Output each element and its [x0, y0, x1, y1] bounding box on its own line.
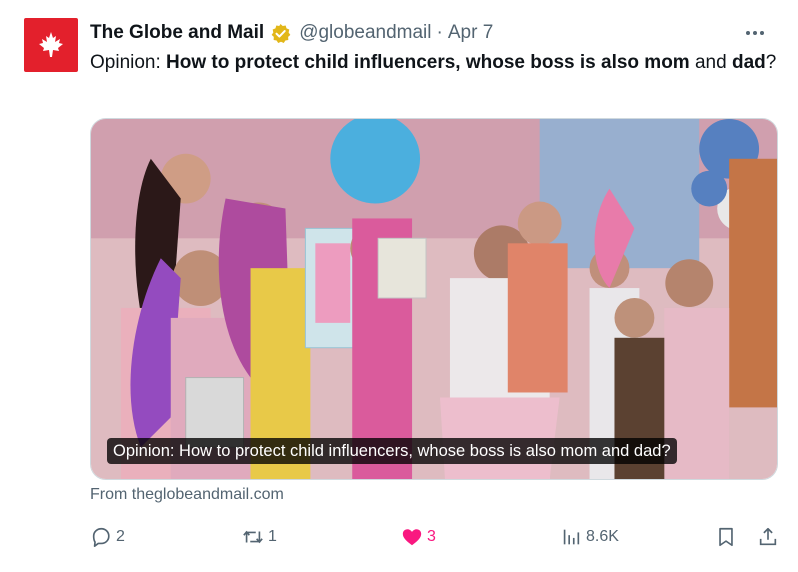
tweet-header: The Globe and Mail @globeandmail · Apr 7	[90, 20, 768, 46]
author-name[interactable]: The Globe and Mail	[90, 22, 264, 44]
heart-icon	[402, 529, 422, 546]
avatar[interactable]	[24, 18, 78, 72]
author-handle[interactable]: @globeandmail	[299, 22, 431, 44]
action-bar: 2 1 3 8.6K	[90, 522, 790, 552]
verified-badge-icon	[270, 23, 291, 44]
tweet-text-bold-1: How to protect child influencers, whose …	[166, 52, 690, 73]
media-photo	[91, 119, 777, 479]
reply-icon	[92, 527, 110, 547]
bookmark-icon	[719, 527, 733, 547]
maple-leaf-icon	[39, 32, 63, 57]
separator-dot: ·	[436, 22, 443, 43]
tweet-text-suffix: ?	[765, 52, 777, 73]
like-button[interactable]: 3	[401, 522, 436, 552]
tweet-text-middle: and	[689, 52, 732, 73]
tweet-text-prefix: Opinion:	[90, 52, 167, 73]
tweet-text-bold-2: dad	[731, 52, 766, 73]
views-count: 8.6K	[586, 528, 619, 545]
media-caption: Opinion: How to protect child influencer…	[107, 438, 677, 464]
more-icon[interactable]	[742, 20, 768, 46]
link-source[interactable]: From theglobeandmail.com	[90, 486, 284, 504]
tweet-text: Opinion: How to protect child influencer…	[90, 50, 780, 76]
share-icon	[759, 527, 777, 546]
views-icon	[563, 529, 580, 545]
tweet-date[interactable]: Apr 7	[448, 22, 493, 44]
repost-button[interactable]: 1	[242, 522, 277, 552]
bookmark-button[interactable]	[715, 522, 737, 552]
tweet-media[interactable]: Opinion: How to protect child influencer…	[90, 118, 778, 480]
reply-button[interactable]: 2	[90, 522, 125, 552]
tweet-card[interactable]: The Globe and Mail @globeandmail · Apr 7…	[0, 0, 798, 572]
reply-count: 2	[116, 528, 125, 545]
like-count: 3	[427, 528, 436, 545]
repost-count: 1	[268, 528, 277, 545]
views-button[interactable]: 8.6K	[560, 522, 619, 552]
share-button[interactable]	[757, 522, 779, 552]
repost-icon	[243, 530, 263, 544]
